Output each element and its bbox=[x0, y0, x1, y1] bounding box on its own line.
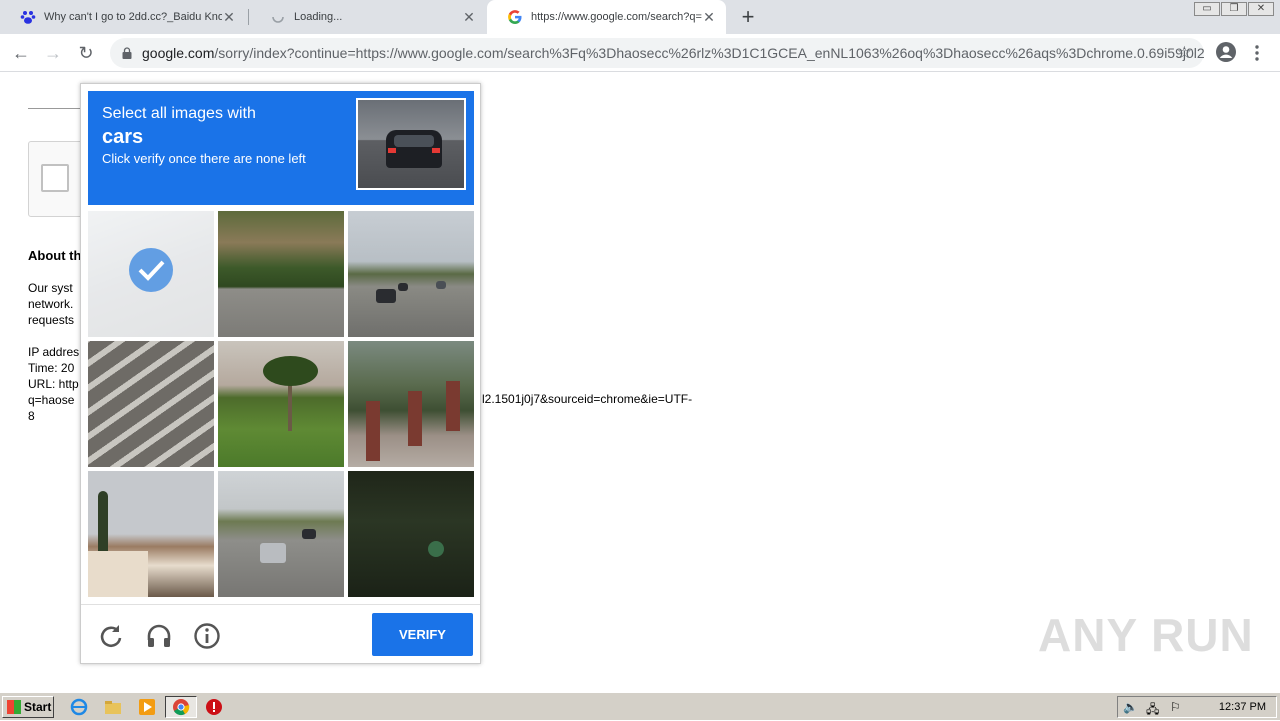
reload-icon[interactable]: ↻ bbox=[75, 42, 97, 64]
body-line: Our syst bbox=[28, 281, 73, 295]
tab-title: Loading... bbox=[294, 11, 343, 23]
image-tile-5[interactable] bbox=[218, 341, 344, 467]
car-shape bbox=[376, 289, 396, 303]
baidu-paw-icon bbox=[20, 11, 36, 24]
image-tile-3[interactable] bbox=[348, 211, 474, 337]
body-line: URL: http bbox=[28, 377, 79, 391]
car-shape bbox=[436, 281, 446, 289]
url-host: google.com bbox=[142, 45, 215, 61]
traffic-light bbox=[428, 541, 444, 557]
about-heading: About th bbox=[28, 248, 82, 263]
tree-trunk bbox=[446, 381, 460, 431]
tab-title: Why can't I go to 2dd.cc?_Baidu Kno bbox=[44, 11, 222, 23]
internet-explorer-icon[interactable] bbox=[70, 698, 88, 716]
bookmark-star-icon[interactable]: ☆ bbox=[1177, 43, 1192, 63]
instruction-text: Select all images with bbox=[102, 105, 256, 122]
start-button[interactable]: Start bbox=[2, 696, 54, 718]
body-line: requests bbox=[28, 313, 75, 327]
browser-toolbar: ← → ↻ google.com /sorry/index?continue=h… bbox=[0, 34, 1280, 72]
target-object: cars bbox=[102, 126, 144, 148]
image-tile-1-selected[interactable] bbox=[88, 211, 214, 337]
forward-arrow-icon[interactable]: → bbox=[42, 42, 64, 64]
tab-baidu[interactable]: Why can't I go to 2dd.cc?_Baidu Kno ✕ bbox=[0, 0, 246, 34]
body-line: Time: 20 bbox=[28, 361, 75, 375]
action-center-flag-icon[interactable]: ⚐ bbox=[1170, 700, 1181, 714]
image-tile-7[interactable] bbox=[88, 471, 214, 597]
close-window-icon[interactable]: ✕ bbox=[1248, 2, 1274, 16]
checkbox[interactable] bbox=[41, 164, 69, 192]
restore-icon[interactable]: ❐ bbox=[1221, 2, 1247, 16]
minimize-icon[interactable]: ▭ bbox=[1194, 2, 1220, 16]
window-controls: ▭ ❐ ✕ bbox=[1193, 2, 1274, 16]
checkmark-icon bbox=[129, 248, 173, 292]
address-bar[interactable]: google.com /sorry/index?continue=https:/… bbox=[110, 38, 1204, 68]
sample-car-image bbox=[356, 98, 466, 190]
image-grid bbox=[88, 211, 474, 597]
start-label: Start bbox=[24, 700, 52, 714]
palm-fronds bbox=[263, 356, 318, 386]
car-shape bbox=[398, 283, 408, 291]
tab-close-icon[interactable]: ✕ bbox=[462, 9, 476, 26]
google-g-icon bbox=[508, 10, 522, 24]
headphones-audio-icon[interactable] bbox=[145, 622, 173, 650]
tab-separator bbox=[248, 9, 249, 25]
tab-google[interactable]: https://www.google.com/search?q= ✕ bbox=[487, 0, 726, 34]
recaptcha-checkbox-card[interactable] bbox=[28, 141, 88, 217]
car-shape bbox=[302, 529, 316, 539]
menu-kebab-icon[interactable] bbox=[1254, 44, 1260, 62]
info-icon[interactable] bbox=[193, 622, 221, 650]
house-shape bbox=[88, 551, 148, 597]
tab-close-icon[interactable]: ✕ bbox=[222, 9, 236, 26]
tail-light bbox=[388, 148, 396, 153]
tail-light bbox=[432, 148, 440, 153]
image-tile-9[interactable] bbox=[348, 471, 474, 597]
windows-logo-icon bbox=[7, 700, 21, 714]
opera-stop-icon[interactable] bbox=[205, 698, 223, 716]
tab-loading[interactable]: Loading... ✕ bbox=[250, 0, 486, 34]
body-line: IP addres bbox=[28, 345, 80, 359]
tree-trunk bbox=[366, 401, 380, 461]
image-tile-4[interactable] bbox=[88, 341, 214, 467]
taskbar: Start 🔈 🖧 ⚐ 12:37 PM bbox=[0, 692, 1280, 720]
car-shape bbox=[260, 543, 286, 563]
image-tile-2[interactable] bbox=[218, 211, 344, 337]
footer-divider bbox=[81, 604, 480, 605]
tab-close-icon[interactable]: ✕ bbox=[702, 9, 716, 26]
anyrun-watermark: ANY RUN bbox=[1038, 609, 1254, 661]
body-line: q=haose bbox=[28, 393, 75, 407]
body-line: network. bbox=[28, 297, 74, 311]
back-arrow-icon[interactable]: ← bbox=[10, 42, 32, 64]
tree-trunk bbox=[408, 391, 422, 446]
verify-button[interactable]: VERIFY bbox=[372, 613, 473, 656]
clock: 12:37 PM bbox=[1218, 701, 1266, 713]
profile-avatar-icon[interactable] bbox=[1215, 41, 1237, 63]
media-player-icon[interactable] bbox=[138, 698, 156, 716]
challenge-header: Select all images with cars Click verify… bbox=[88, 91, 474, 205]
divider bbox=[28, 108, 88, 109]
volume-icon[interactable]: 🔈 bbox=[1123, 700, 1138, 714]
image-tile-8[interactable] bbox=[218, 471, 344, 597]
url-tail-text: l2.1501j0j7&sourceid=chrome&ie=UTF- bbox=[482, 392, 693, 406]
body-line: 8 bbox=[28, 409, 35, 423]
lock-icon bbox=[122, 47, 132, 59]
system-tray: 🔈 🖧 ⚐ 12:37 PM bbox=[1117, 696, 1277, 718]
folder-icon[interactable] bbox=[104, 698, 122, 716]
image-tile-6[interactable] bbox=[348, 341, 474, 467]
tab-title: https://www.google.com/search?q= bbox=[531, 11, 702, 23]
url-path: /sorry/index?continue=https://www.google… bbox=[214, 45, 1204, 61]
new-tab-button[interactable]: + bbox=[738, 4, 758, 30]
reload-challenge-icon[interactable] bbox=[97, 622, 125, 650]
recaptcha-challenge: Select all images with cars Click verify… bbox=[80, 83, 481, 664]
instruction-subtext: Click verify once there are none left bbox=[102, 151, 306, 166]
network-icon[interactable]: 🖧 bbox=[1146, 700, 1159, 721]
tab-strip: Why can't I go to 2dd.cc?_Baidu Kno ✕ Lo… bbox=[0, 0, 1280, 34]
loading-spinner-icon bbox=[272, 16, 284, 23]
chrome-icon[interactable] bbox=[172, 698, 190, 716]
